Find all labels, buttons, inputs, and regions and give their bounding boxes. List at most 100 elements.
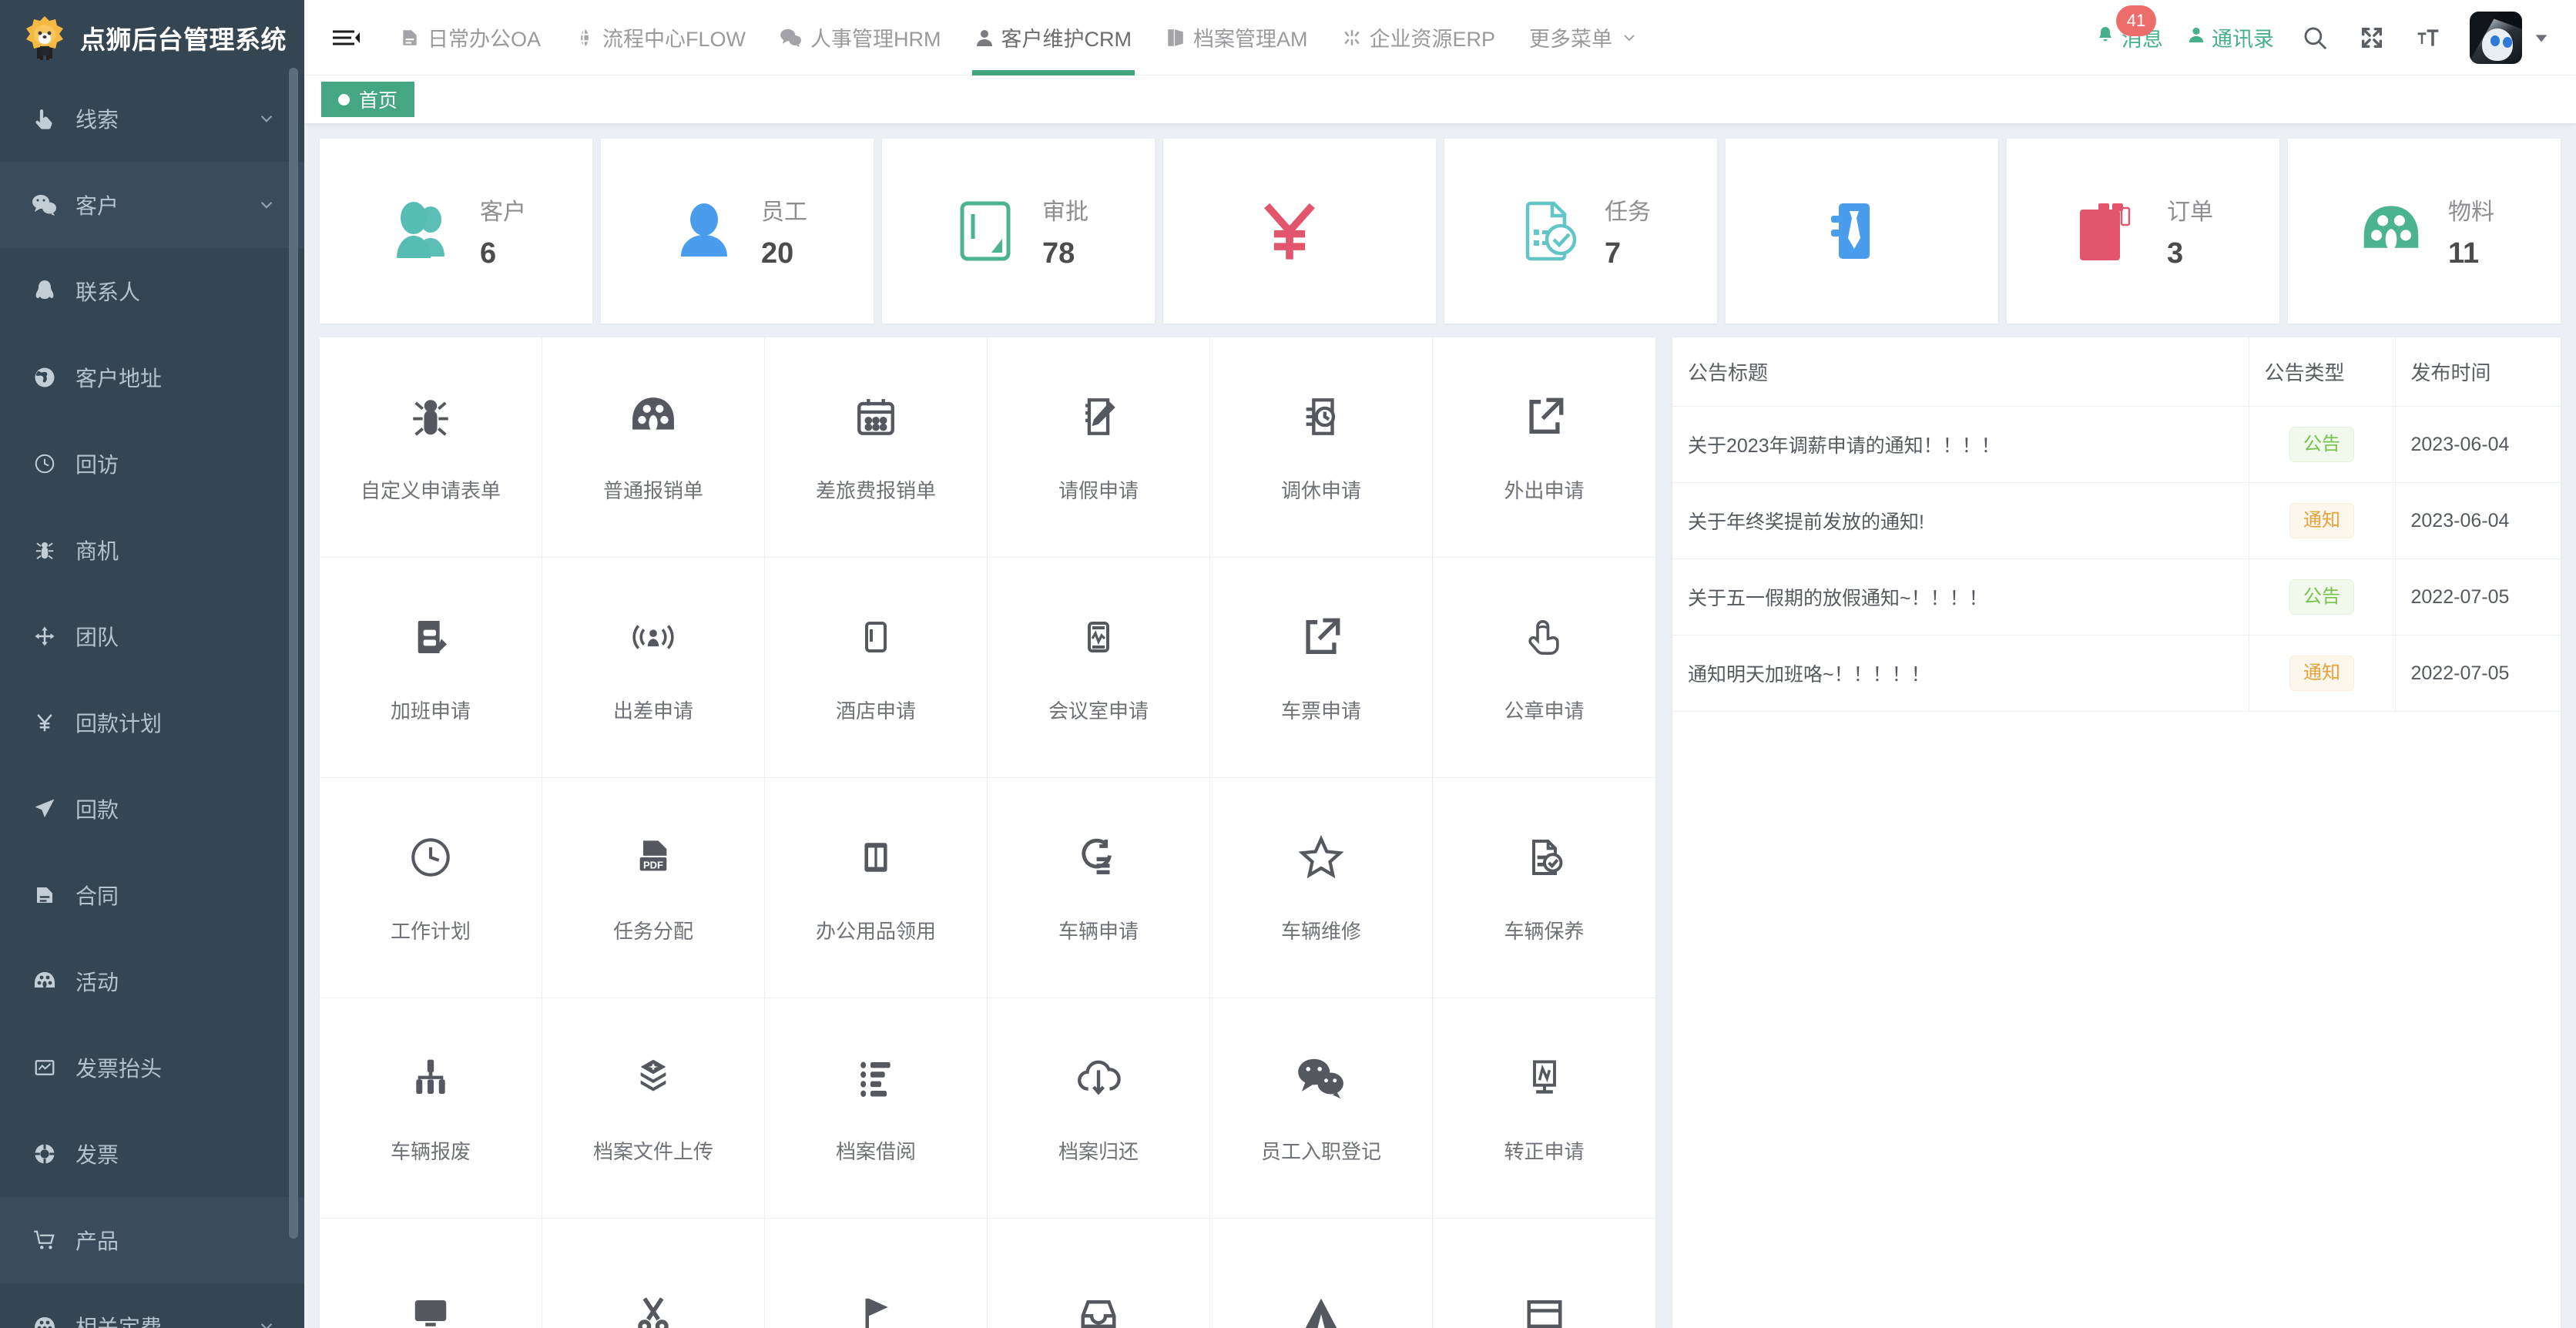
- notice-title[interactable]: 关于年终奖提前发放的通知!: [1672, 482, 2249, 559]
- user-icon: [975, 28, 994, 48]
- app-tile-custom-form[interactable]: 自定义申请表单: [320, 337, 542, 558]
- app-tile-archive-borrow[interactable]: 档案借阅: [765, 998, 988, 1219]
- sidebar-item-lianxiren[interactable]: 联系人: [0, 248, 304, 334]
- sidebar-item-huifang[interactable]: 回访: [0, 421, 304, 507]
- app-tile-archive-upload[interactable]: 档案文件上传: [542, 998, 765, 1219]
- sidebar-item-label: 产品: [75, 1229, 119, 1253]
- table-row[interactable]: 关于2023年调薪申请的通知！！！！ 公告 2023-06-04: [1672, 406, 2561, 483]
- app-tile-regularization[interactable]: 转正申请: [1433, 998, 1655, 1219]
- app-tile-row5-6[interactable]: [1433, 1219, 1655, 1328]
- app-tile-label: 员工入职登记: [1260, 1140, 1381, 1164]
- sidebar-item-chanpin[interactable]: 产品: [0, 1197, 304, 1283]
- chevron-down-icon[interactable]: [257, 109, 277, 129]
- app-tile-row5-4[interactable]: [988, 1219, 1210, 1328]
- sidebar-item-fapiao[interactable]: 发票: [0, 1111, 304, 1197]
- kpi-card-yen[interactable]: [1163, 139, 1436, 324]
- kpi-card-materials[interactable]: 物料 11: [2288, 139, 2561, 324]
- app-tile-outgoing[interactable]: 外出申请: [1433, 337, 1655, 558]
- sidebar-item-xiangguandingfei[interactable]: 相关定费: [0, 1283, 304, 1328]
- sidebar-scrollbar[interactable]: [289, 68, 298, 1239]
- sidebar-item-tuandui[interactable]: 团队: [0, 593, 304, 679]
- table-row[interactable]: 关于年终奖提前发放的通知! 通知 2023-06-04: [1672, 482, 2561, 559]
- resource-burst-icon: [1342, 28, 1362, 48]
- font-size-icon[interactable]: [2400, 25, 2456, 50]
- hotel-page-icon: [857, 608, 894, 666]
- app-tile-leave[interactable]: 请假申请: [988, 337, 1210, 558]
- app-tile-archive-return[interactable]: 档案归还: [988, 998, 1210, 1219]
- user-avatar[interactable]: [2470, 11, 2522, 64]
- two-users-icon: [386, 194, 460, 268]
- monitor-icon: [410, 1285, 451, 1328]
- kpi-card-approvals[interactable]: 审批 78: [882, 139, 1155, 324]
- app-tile-label: 普通报销单: [602, 479, 703, 503]
- app-tile-row5-2[interactable]: [542, 1219, 765, 1328]
- app-tile-row5-5[interactable]: [1210, 1219, 1433, 1328]
- app-tile-vehicle-apply[interactable]: 车辆申请: [988, 778, 1210, 998]
- sitemap-icon: [409, 1048, 452, 1107]
- app-tile-office-supplies[interactable]: 办公用品领用: [765, 778, 988, 998]
- app-tile-row5-3[interactable]: [765, 1219, 988, 1328]
- sidebar-item-shangji[interactable]: 商机: [0, 507, 304, 593]
- contacts-button[interactable]: 通讯录: [2175, 22, 2286, 52]
- app-tile-comp-leave[interactable]: 调休申请: [1210, 337, 1433, 558]
- app-tile-official-seal[interactable]: 公章申请: [1433, 558, 1655, 778]
- app-tile-vehicle-scrap[interactable]: 车辆报废: [320, 998, 542, 1219]
- table-row[interactable]: 通知明天加班咯~！！！！！ 通知 2022-07-05: [1672, 635, 2561, 712]
- sidebar-item-hetong[interactable]: 合同: [0, 852, 304, 938]
- sidebar-item-fapiaotaitou[interactable]: 发票抬头: [0, 1025, 304, 1111]
- nav-tab-more[interactable]: 更多菜单: [1512, 0, 1655, 75]
- qq-penguin-icon: [28, 279, 62, 303]
- app-tile-task-assign[interactable]: PDF 任务分配: [542, 778, 765, 998]
- sidebar-item-huodong[interactable]: 活动: [0, 938, 304, 1025]
- sidebar-item-kehu[interactable]: 客户: [0, 162, 304, 248]
- sidebar-item-label: 客户: [75, 194, 119, 218]
- cloud-download-icon: [1075, 1048, 1122, 1107]
- app-tile-vehicle-maintenance[interactable]: 车辆保养: [1433, 778, 1655, 998]
- paper-plane-icon: [28, 797, 62, 820]
- nav-tab-am[interactable]: 档案管理AM: [1149, 0, 1325, 75]
- bug-icon: [407, 387, 454, 446]
- sidebar-menu: 线索 客户 联系人 客户地址 回访 商机 团队 回款计划 回款 合同 活动 发票…: [0, 75, 304, 1328]
- sidebar-item-xiansuo[interactable]: 线索: [0, 75, 304, 162]
- sidebar-item-label: 联系人: [75, 280, 141, 304]
- app-tile-meeting-room[interactable]: 会议室申请: [988, 558, 1210, 778]
- nav-tab-erp[interactable]: 企业资源ERP: [1325, 0, 1513, 75]
- tab-home[interactable]: 首页: [321, 82, 415, 117]
- kpi-card-employees[interactable]: 员工 20: [601, 139, 874, 324]
- table-row[interactable]: 关于五一假期的放假通知~！！！！ 公告 2022-07-05: [1672, 558, 2561, 635]
- hamburger-collapse-icon[interactable]: [326, 18, 366, 58]
- notice-title[interactable]: 通知明天加班咯~！！！！！: [1672, 635, 2249, 712]
- nav-tab-oa[interactable]: 日常办公OA: [383, 0, 558, 75]
- app-tile-onboarding[interactable]: 员工入职登记: [1210, 998, 1433, 1219]
- app-tile-travel-expense[interactable]: 差旅费报销单: [765, 337, 988, 558]
- chevron-down-icon[interactable]: [257, 195, 277, 215]
- app-tile-expense[interactable]: 普通报销单: [542, 337, 765, 558]
- app-tile-row5-1[interactable]: [320, 1219, 542, 1328]
- kpi-card-orders[interactable]: 订单 3: [2007, 139, 2279, 324]
- app-tile-vehicle-repair[interactable]: 车辆维修: [1210, 778, 1433, 998]
- app-tile-business-trip[interactable]: 出差申请: [542, 558, 765, 778]
- notice-title[interactable]: 关于2023年调薪申请的通知！！！！: [1672, 406, 2249, 483]
- kpi-card-customers[interactable]: 客户 6: [320, 139, 592, 324]
- app-tile-ticket[interactable]: 车票申请: [1210, 558, 1433, 778]
- sidebar-item-kehudizhi[interactable]: 客户地址: [0, 334, 304, 421]
- notice-title[interactable]: 关于五一假期的放假通知~！！！！: [1672, 558, 2249, 635]
- chevron-down-icon[interactable]: [257, 1316, 277, 1328]
- caret-down-icon[interactable]: [2533, 29, 2550, 46]
- brand[interactable]: 点狮后台管理系统: [0, 0, 304, 75]
- fullscreen-icon[interactable]: [2343, 25, 2400, 51]
- kpi-card-tasks[interactable]: 任务 7: [1444, 139, 1717, 324]
- nav-tab-crm[interactable]: 客户维护CRM: [958, 0, 1149, 75]
- sidebar-item-huikuan[interactable]: 回款: [0, 766, 304, 852]
- search-icon[interactable]: [2286, 25, 2343, 51]
- kpi-card-tie[interactable]: [1726, 139, 1998, 324]
- app-tile-work-plan[interactable]: 工作计划: [320, 778, 542, 998]
- status-badge: 通知: [2289, 503, 2354, 538]
- sidebar-item-huikuanjihua[interactable]: 回款计划: [0, 679, 304, 766]
- app-tile-hotel[interactable]: 酒店申请: [765, 558, 988, 778]
- app-tile-overtime[interactable]: 加班申请: [320, 558, 542, 778]
- nav-tab-hrm[interactable]: 人事管理HRM: [763, 0, 958, 75]
- nav-tab-flow[interactable]: 流程中心FLOW: [558, 0, 763, 75]
- bell-icon: [2096, 25, 2115, 50]
- messages-button[interactable]: 消息 41: [2084, 5, 2175, 52]
